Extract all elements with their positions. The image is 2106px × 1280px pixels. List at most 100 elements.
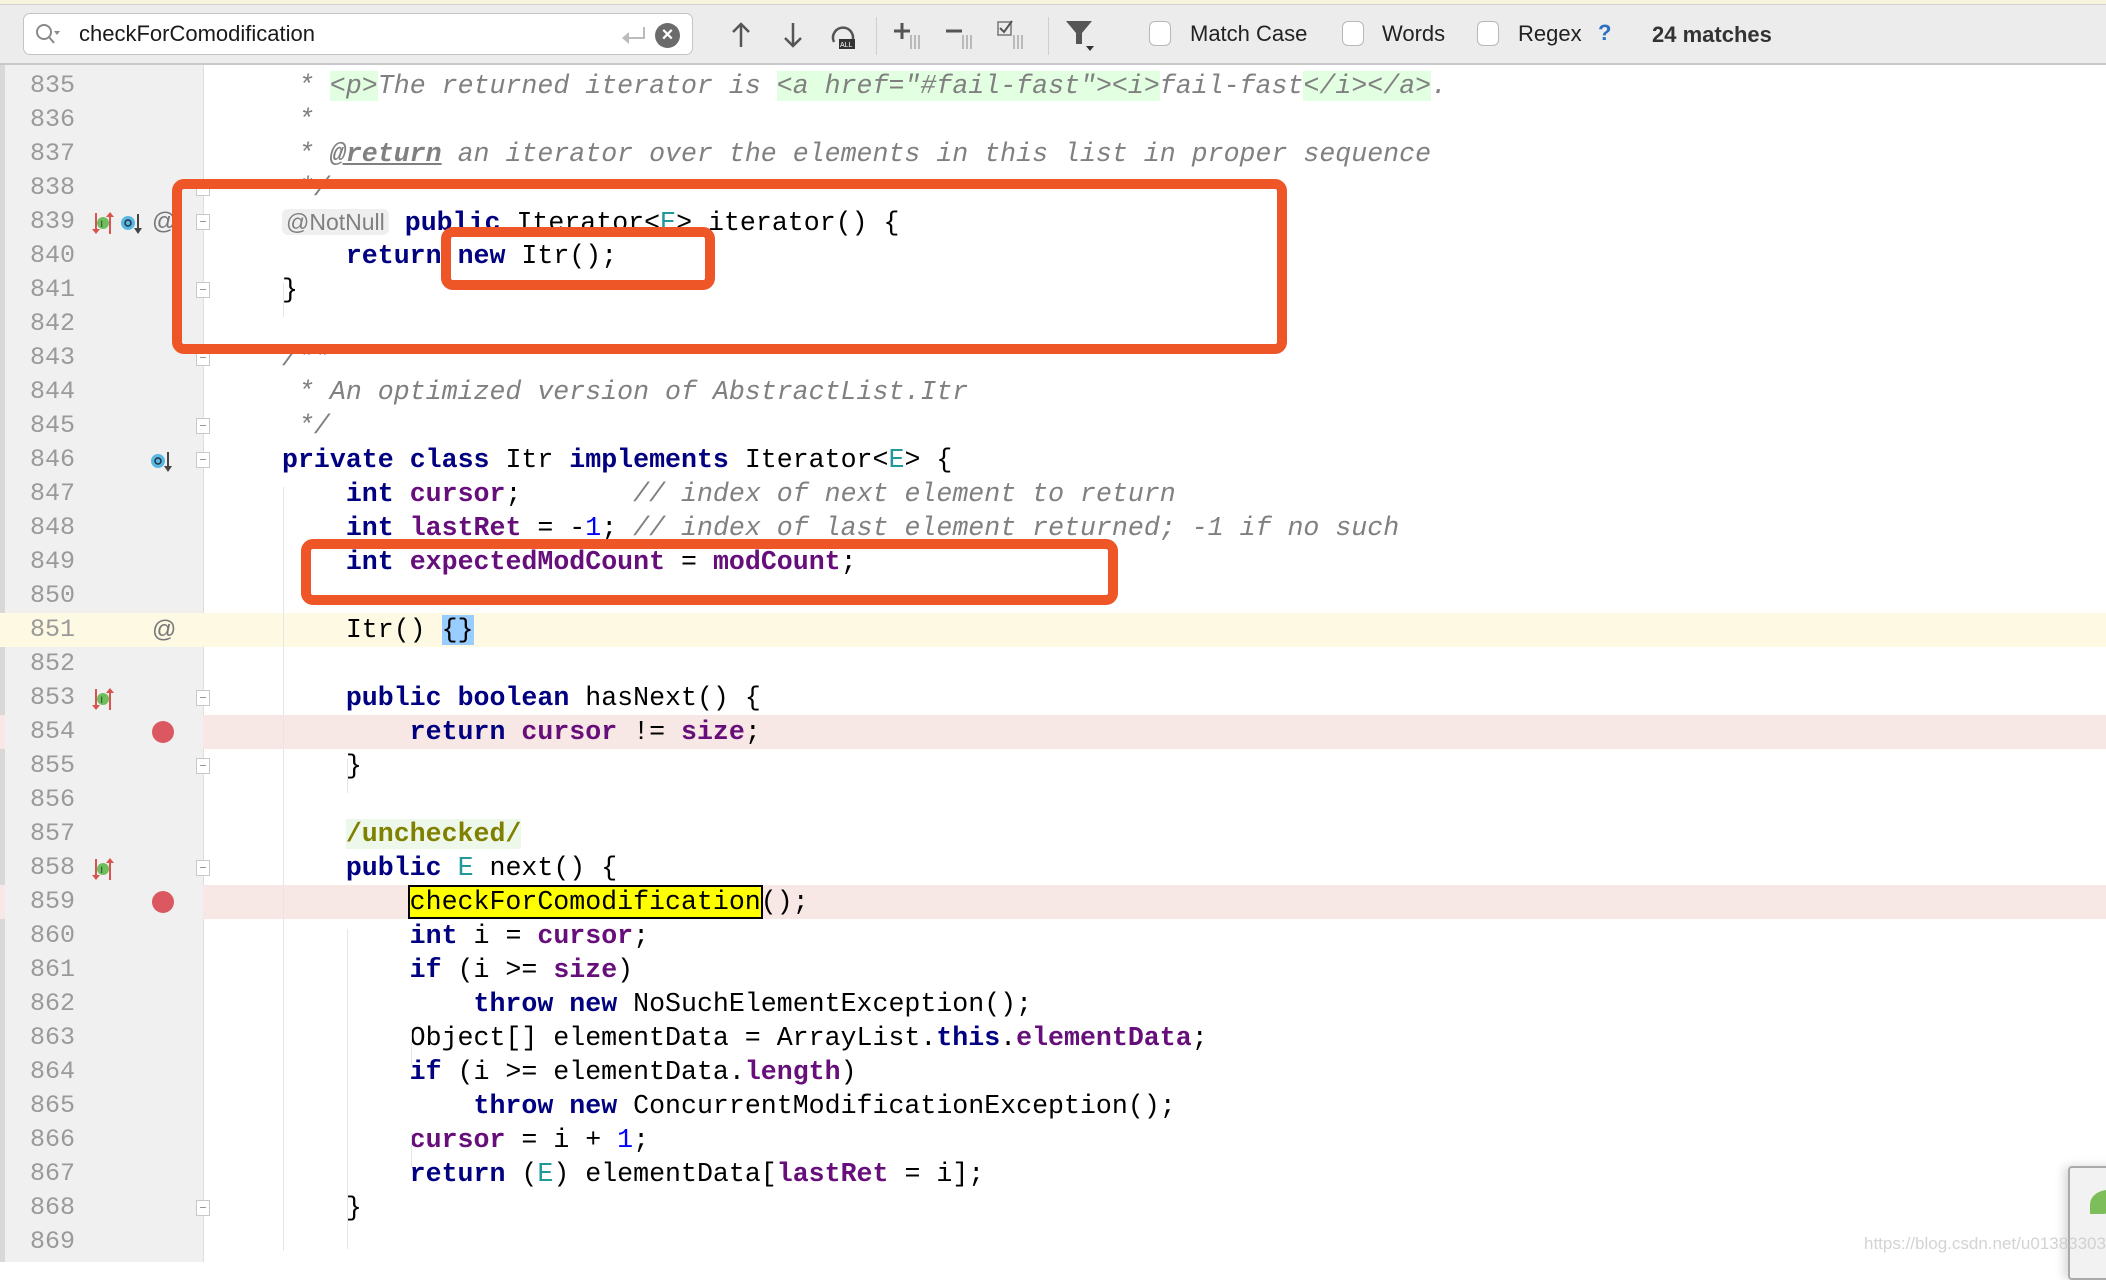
remove-occurrence-icon[interactable] (945, 19, 977, 51)
code-text[interactable]: throw new NoSuchElementException(); (282, 987, 1033, 1021)
search-field[interactable]: × (23, 13, 693, 55)
code-line[interactable]: 851 @ Itr() {} (0, 613, 2106, 647)
code-line[interactable]: 838 */ (0, 171, 2106, 205)
code-line[interactable]: 852 (0, 647, 2106, 681)
code-text[interactable]: int expectedModCount = modCount; (282, 545, 857, 579)
breakpoint-icon[interactable] (152, 721, 174, 743)
regex-label[interactable]: Regex (1518, 21, 1582, 47)
regex-help-icon[interactable]: ? (1598, 20, 1611, 46)
code-line[interactable]: 855 } (0, 749, 2106, 783)
fold-marker-icon[interactable] (196, 690, 210, 706)
code-line[interactable]: 854 return cursor != size; (0, 715, 2106, 749)
overridden-icon[interactable] (120, 211, 146, 235)
code-text[interactable]: throw new ConcurrentModificationExceptio… (282, 1089, 1176, 1123)
match-case-checkbox[interactable] (1149, 21, 1171, 46)
code-text[interactable]: @NotNull public Iterator<E> iterator() { (282, 205, 900, 239)
code-line[interactable]: 849 int expectedModCount = modCount; (0, 545, 2106, 579)
code-line[interactable]: 863 Object[] elementData = ArrayList.thi… (0, 1021, 2106, 1055)
code-line[interactable]: 836 * (0, 103, 2106, 137)
implements-method-icon[interactable]: I (92, 687, 118, 711)
code-text[interactable]: } (282, 1191, 362, 1225)
fold-marker-icon[interactable] (196, 282, 210, 298)
fold-marker-icon[interactable] (196, 180, 210, 196)
code-text[interactable]: public E next() { (282, 851, 617, 885)
code-text[interactable]: /unchecked/ (282, 817, 522, 851)
code-text[interactable]: * An optimized version of AbstractList.I… (282, 375, 968, 409)
regex-checkbox[interactable] (1477, 21, 1499, 46)
code-text[interactable]: } (282, 749, 362, 783)
code-text[interactable]: if (i >= size) (282, 953, 633, 987)
select-all-occurrences-icon[interactable]: ALL (828, 19, 860, 51)
code-line[interactable]: 848 int lastRet = -1; // index of last e… (0, 511, 2106, 545)
fold-marker-icon[interactable] (196, 758, 210, 774)
code-line[interactable]: 843 /** (0, 341, 2106, 375)
code-text[interactable]: Itr() {} (282, 613, 474, 647)
fold-marker-icon[interactable] (196, 860, 210, 876)
code-text[interactable]: } (282, 273, 298, 307)
code-text[interactable]: cursor = i + 1; (282, 1123, 649, 1157)
code-line[interactable]: 846 private class Itr implements Iterator… (0, 443, 2106, 477)
implements-method-icon[interactable]: I (92, 211, 118, 235)
code-text[interactable]: * <p>The returned iterator is <a href="#… (282, 69, 1447, 103)
toggle-selection-icon[interactable] (996, 19, 1028, 51)
code-line[interactable]: 857 /unchecked/ (0, 817, 2106, 851)
code-line[interactable]: 861 if (i >= size) (0, 953, 2106, 987)
code-text[interactable]: int lastRet = -1; // index of last eleme… (282, 511, 1399, 545)
fold-marker-icon[interactable] (196, 418, 210, 434)
code-text[interactable]: * @return an iterator over the elements … (282, 137, 1431, 171)
words-checkbox[interactable] (1342, 21, 1364, 46)
code-text[interactable]: public boolean hasNext() { (282, 681, 761, 715)
code-line[interactable]: 853 I public boolean hasNext() { (0, 681, 2106, 715)
fold-marker-icon[interactable] (196, 1200, 210, 1216)
overridden-icon[interactable] (150, 449, 176, 473)
code-line[interactable]: 842 (0, 307, 2106, 341)
code-line[interactable]: 859 checkForComodification(); (0, 885, 2106, 919)
code-line[interactable]: 841} (0, 273, 2106, 307)
code-line[interactable]: 869 (0, 1225, 2106, 1259)
code-line[interactable]: 847 int cursor; // index of next element… (0, 477, 2106, 511)
code-line[interactable]: 856 (0, 783, 2106, 817)
enter-icon[interactable] (620, 24, 648, 46)
code-text[interactable]: */ (282, 409, 330, 443)
code-text[interactable]: * (282, 103, 314, 137)
match-case-label[interactable]: Match Case (1190, 21, 1307, 47)
clear-icon[interactable]: × (655, 23, 680, 48)
code-line[interactable]: 845 */ (0, 409, 2106, 443)
code-line[interactable]: 868 } (0, 1191, 2106, 1225)
search-history-icon[interactable] (34, 22, 60, 48)
code-line[interactable]: 840 return new Itr(); (0, 239, 2106, 273)
code-text[interactable]: private class Itr implements Iterator<E>… (282, 443, 952, 477)
code-line[interactable]: 860 int i = cursor; (0, 919, 2106, 953)
next-occurrence-icon[interactable] (777, 19, 809, 51)
code-text[interactable]: return (E) elementData[lastRet = i]; (282, 1157, 985, 1191)
code-line[interactable]: 865 throw new ConcurrentModificationExce… (0, 1089, 2106, 1123)
code-text[interactable]: /** (282, 341, 330, 375)
fold-marker-icon[interactable] (196, 350, 210, 366)
annotation-gutter-icon[interactable]: @ (152, 613, 176, 647)
code-line[interactable]: 844 * An optimized version of AbstractLi… (0, 375, 2106, 409)
code-line[interactable]: 858 I public E next() { (0, 851, 2106, 885)
breakpoint-icon[interactable] (152, 891, 174, 913)
code-text[interactable]: return cursor != size; (282, 715, 761, 749)
code-line[interactable]: 839 @ I @NotNull public Iterator<E> iterato… (0, 205, 2106, 239)
search-input[interactable] (79, 17, 599, 51)
code-text[interactable]: if (i >= elementData.length) (282, 1055, 857, 1089)
fold-marker-icon[interactable] (196, 214, 210, 230)
code-text[interactable]: int i = cursor; (282, 919, 649, 953)
code-text[interactable]: checkForComodification(); (282, 885, 809, 919)
code-line[interactable]: 866 cursor = i + 1; (0, 1123, 2106, 1157)
code-text[interactable]: */ (282, 171, 330, 205)
fold-marker-icon[interactable] (196, 452, 210, 468)
code-line[interactable]: 835 * <p>The returned iterator is <a hre… (0, 69, 2106, 103)
previous-occurrence-icon[interactable] (725, 19, 757, 51)
code-line[interactable]: 862 throw new NoSuchElementException(); (0, 987, 2106, 1021)
code-text[interactable]: int cursor; // index of next element to … (282, 477, 1176, 511)
filter-icon[interactable] (1064, 19, 1096, 51)
assistant-popup[interactable] (2068, 1166, 2106, 1280)
code-line[interactable]: 867 return (E) elementData[lastRet = i]; (0, 1157, 2106, 1191)
code-line[interactable]: 837 * @return an iterator over the eleme… (0, 137, 2106, 171)
annotation-gutter-icon[interactable]: @ (152, 205, 176, 239)
implements-method-icon[interactable]: I (92, 857, 118, 881)
add-occurrence-icon[interactable] (893, 19, 925, 51)
code-line[interactable]: 850 (0, 579, 2106, 613)
